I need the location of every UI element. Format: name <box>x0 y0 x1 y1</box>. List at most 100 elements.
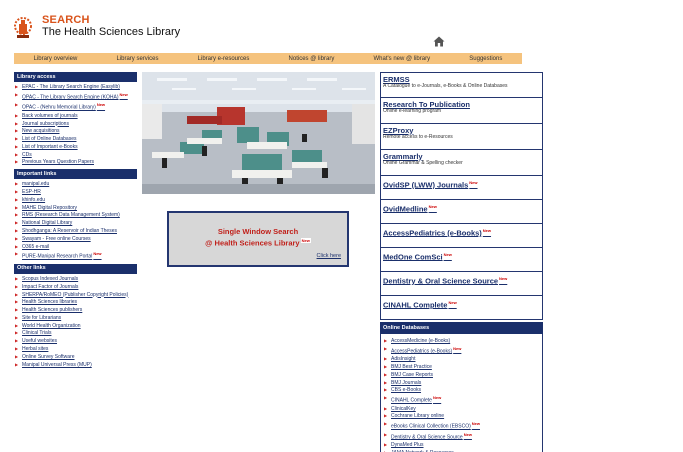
link-dynamed-plus[interactable]: DynaMed Plus <box>383 442 542 448</box>
link-label: Dentistry & Oral Science Source <box>391 434 463 441</box>
resource-ovidmedline[interactable]: OvidMedlineNew <box>380 200 543 224</box>
resource-title-text: OvidMedline <box>383 204 428 213</box>
library-access-list: EPAC - The Library Search Engine (Easyli… <box>14 82 137 169</box>
link-list-of-online-databases[interactable]: List of Online Databases <box>14 136 137 142</box>
link-label: List of Important e-Books <box>22 143 78 150</box>
link-impact-factor-of-journals[interactable]: Impact Factor of Journals <box>14 284 137 290</box>
resource-accesspediatrics-e-books[interactable]: AccessPediatrics (e-Books)New <box>380 224 543 248</box>
link-esp-hr[interactable]: ESP-HR <box>14 189 137 195</box>
new-badge: New <box>448 299 457 305</box>
resource-dentistry-oral-science-source[interactable]: Dentistry & Oral Science SourceNew <box>380 272 543 296</box>
link-list-of-important-e-books[interactable]: List of Important e-Books <box>14 144 137 150</box>
link-dentistry-oral-science-source[interactable]: Dentistry & Oral Science SourceNew <box>383 432 542 441</box>
resource-research-to-publication[interactable]: Research To Publication Online e-learning… <box>380 98 543 124</box>
resource-title[interactable]: AccessPediatrics (e-Books)New <box>383 226 540 238</box>
link-bmj-case-reports[interactable]: BMJ Case Reports <box>383 372 542 378</box>
link-herbal-sites[interactable]: Herbal sites <box>14 346 137 352</box>
resource-title[interactable]: OvidSP (LWW) JournalsNew <box>383 178 540 190</box>
resource-title[interactable]: Dentistry & Oral Science SourceNew <box>383 274 540 286</box>
link-label: EPAC - The Library Search Engine (Easyli… <box>22 84 120 90</box>
important-links-list: manipal.edu ESP-HR khinfo.edu MAHE Digital … <box>14 179 137 264</box>
link-label: PURE-Manipal Research Portal <box>22 254 93 261</box>
library-logo-icon <box>14 17 32 38</box>
link-journal-subscriptions[interactable]: Journal subscriptions <box>14 121 137 127</box>
resource-ovidsp-lww-journals[interactable]: OvidSP (LWW) JournalsNew <box>380 176 543 200</box>
resource-title-text: MedOne ComSci <box>383 252 443 261</box>
resource-title[interactable]: MedOne ComSciNew <box>383 250 540 262</box>
online-databases-box: AccessMedicine (e-Books) AccessPediatrics… <box>380 334 543 452</box>
link-adisinsight[interactable]: AdisInsight <box>383 356 542 362</box>
link-label: eBooks Clinical Collection (EBSCO) <box>391 423 471 430</box>
link-label: DynaMed Plus <box>391 442 424 449</box>
resource-ezproxy[interactable]: EZProxy Remote access to e-Resources <box>380 124 543 150</box>
link-online-survey-software[interactable]: Online Survey Software <box>14 354 137 360</box>
link-opac-the-library-search-engine-koha[interactable]: OPAC - The Library Search Engine (KOHA)N… <box>14 92 137 101</box>
link-label: OPAC - (Nehru Memorial Library) <box>22 104 96 111</box>
link-world-health-organization[interactable]: World Health Organization <box>14 323 137 329</box>
link-bmj-journals[interactable]: BMJ Journals <box>383 380 542 386</box>
link-rms-research-data-management-system[interactable]: RMS (Research Data Management System) <box>14 212 137 218</box>
resource-ermss[interactable]: ERMSS A Catalogue to e-Journals, e-Books … <box>380 72 543 98</box>
new-badge: New <box>93 251 102 257</box>
link-useful-websites[interactable]: Useful websites <box>14 338 137 344</box>
nav-notices[interactable]: Notices @ library <box>289 56 335 62</box>
link-label: AdisInsight <box>391 356 416 363</box>
resource-title[interactable]: CINAHL CompleteNew <box>383 298 540 310</box>
resource-title[interactable]: OvidMedlineNew <box>383 202 540 214</box>
link-health-sciences-publishers[interactable]: Health Sciences publishers <box>14 307 137 313</box>
link-clinical-trials[interactable]: Clinical Trials <box>14 330 137 336</box>
nav-library-e-resources[interactable]: Library e-resources <box>198 56 250 62</box>
link-manipal-universal-press-mup[interactable]: Manipal Universal Press (MUP) <box>14 362 137 368</box>
resource-title-text: OvidSP (LWW) Journals <box>383 180 469 189</box>
link-site-for-librarians[interactable]: Site for Librarians <box>14 315 137 321</box>
link-back-volumes-of-journals[interactable]: Back volumes of journals <box>14 113 137 119</box>
new-badge: New <box>471 421 480 427</box>
nav-suggestions[interactable]: Suggestions <box>469 56 502 62</box>
link-cochrane-library-online[interactable]: Cochrane Library online <box>383 413 542 419</box>
link-national-digital-library[interactable]: National Digital Library <box>14 220 137 226</box>
resource-cinahl-complete[interactable]: CINAHL CompleteNew <box>380 296 543 320</box>
link-pure-manipal-research-portal[interactable]: PURE-Manipal Research PortalNew <box>14 251 137 260</box>
link-health-sciences-libraries[interactable]: Health Sciences libraries <box>14 299 137 305</box>
brand-search: SEARCH <box>42 14 90 26</box>
link-clinicalkey[interactable]: ClinicalKey <box>383 406 542 412</box>
resource-description: A Catalogue to e-Journals, e-Books & Onl… <box>383 82 508 89</box>
link-cbs-e-books[interactable]: CBS e-Books <box>383 387 542 393</box>
link-new-acquisitions[interactable]: New acquisitions <box>14 128 137 134</box>
link-khinfo-edu[interactable]: khinfo.edu <box>14 197 137 203</box>
resource-medone-comsci[interactable]: MedOne ComSciNew <box>380 248 543 272</box>
other-links-list: Scopus Indexed Journals Impact Factor of … <box>14 274 137 372</box>
nav-whats-new[interactable]: What's new @ library <box>374 56 431 62</box>
link-swayam-free-online-courses[interactable]: Swayam - Free online Courses <box>14 236 137 242</box>
link-mahe-digital-repository[interactable]: MAHE Digital Repository <box>14 205 137 211</box>
link-label: RMS (Research Data Management System) <box>22 212 120 219</box>
link-accessmedicine-e-books[interactable]: AccessMedicine (e-Books) <box>383 338 542 344</box>
link-label: ClinicalKey <box>391 405 416 412</box>
home-icon[interactable] <box>433 36 445 47</box>
new-badge: New <box>119 91 128 97</box>
link-accesspediatrics-e-books[interactable]: AccessPediatrics (e-Books)New <box>383 346 542 355</box>
link-scopus-indexed-journals[interactable]: Scopus Indexed Journals <box>14 276 137 282</box>
link-shodhganga-a-reservoir-of-indian-theses[interactable]: Shodhganga: A Reservoir of Indian Theses <box>14 228 137 234</box>
link-cinahl-complete[interactable]: CINAHL CompleteNew <box>383 395 542 404</box>
single-window-search-box[interactable]: Single Window Search @ Health Sciences L… <box>167 211 349 267</box>
link-o365-e-mail[interactable]: O365 e-mail <box>14 244 137 250</box>
link-label: Herbal sites <box>22 346 49 353</box>
link-previous-years-question-papers[interactable]: Previous Years Question Papers <box>14 159 137 165</box>
link-bmj-best-practice[interactable]: BMJ Best Practice <box>383 364 542 370</box>
new-badge: New <box>443 251 452 257</box>
link-cds[interactable]: CDs <box>14 152 137 158</box>
link-ebooks-clinical-collection-ebsco[interactable]: eBooks Clinical Collection (EBSCO)New <box>383 421 542 430</box>
link-epac-the-library-search-engine-easylib[interactable]: EPAC - The Library Search Engine (Easyli… <box>14 84 137 90</box>
single-window-title: Single Window Search @ Health Sciences L… <box>169 227 347 248</box>
link-sherpa-romeo-publisher-copyright-policies[interactable]: SHERPA/RoMEO (Publisher Copyright Polici… <box>14 292 137 298</box>
resource-grammarly[interactable]: Grammarly Online Grammar & Spelling check… <box>380 150 543 176</box>
link-label: Shodhganga: A Reservoir of Indian Theses <box>22 228 117 235</box>
single-window-click-link[interactable]: Click here <box>317 253 341 259</box>
link-opac-nehru-memorial-library[interactable]: OPAC - (Nehru Memorial Library)New <box>14 102 137 111</box>
nav-library-services[interactable]: Library services <box>116 56 158 62</box>
e-resources-list: ERMSS A Catalogue to e-Journals, e-Books … <box>380 72 543 320</box>
online-databases-list: AccessMedicine (e-Books) AccessPediatrics… <box>381 336 542 452</box>
link-manipal-edu[interactable]: manipal.edu <box>14 181 137 187</box>
nav-library-overview[interactable]: Library overview <box>34 56 78 62</box>
